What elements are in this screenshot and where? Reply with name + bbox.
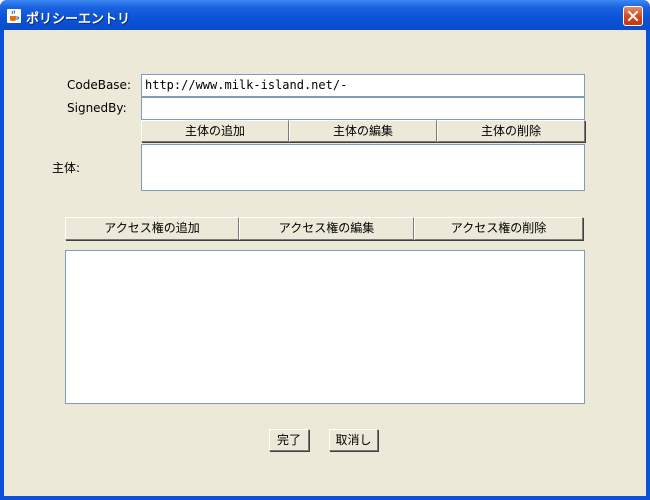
edit-principal-button[interactable]: 主体の編集 (289, 120, 437, 142)
signedby-label: SignedBy: (67, 101, 127, 115)
codebase-field[interactable]: http://www.milk-island.net/- (141, 74, 585, 97)
codebase-label: CodeBase: (67, 78, 131, 92)
cancel-button[interactable]: 取消し (329, 429, 378, 451)
done-label: 完了 (276, 433, 301, 447)
permission-list[interactable] (65, 250, 585, 404)
delete-principal-label: 主体の削除 (480, 124, 541, 138)
delete-permission-label: アクセス権の削除 (450, 221, 547, 235)
principal-list[interactable] (141, 144, 585, 191)
principal-label: 主体: (52, 161, 81, 175)
title-bar[interactable]: ポリシーエントリ (0, 0, 650, 30)
done-button[interactable]: 完了 (269, 429, 309, 451)
edit-permission-button[interactable]: アクセス権の編集 (239, 217, 414, 240)
codebase-value: http://www.milk-island.net/- (145, 78, 348, 92)
edit-permission-label: アクセス権の編集 (278, 221, 375, 235)
cancel-label: 取消し (335, 433, 372, 447)
window-frame: ポリシーエントリ CodeBase: http://www.milk-islan… (0, 0, 650, 500)
close-button[interactable] (623, 6, 643, 26)
java-cup-icon (7, 8, 21, 23)
add-principal-button[interactable]: 主体の追加 (141, 120, 289, 142)
dialog-body: CodeBase: http://www.milk-island.net/- S… (4, 30, 646, 496)
delete-permission-button[interactable]: アクセス権の削除 (414, 217, 583, 240)
close-icon (627, 10, 639, 22)
edit-principal-label: 主体の編集 (332, 124, 393, 138)
add-permission-button[interactable]: アクセス権の追加 (65, 217, 239, 240)
signedby-field[interactable] (141, 97, 585, 120)
add-permission-label: アクセス権の追加 (104, 221, 200, 235)
delete-principal-button[interactable]: 主体の削除 (437, 120, 585, 142)
add-principal-label: 主体の追加 (184, 124, 245, 138)
window-title: ポリシーエントリ (26, 12, 131, 27)
